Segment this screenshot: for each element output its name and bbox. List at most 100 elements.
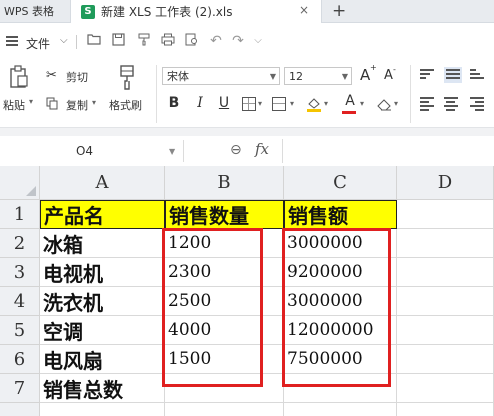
open-folder-icon[interactable] (86, 33, 102, 49)
cell-b5[interactable]: 4000 (165, 316, 284, 345)
cell-b4[interactable]: 2500 (165, 287, 284, 316)
select-all-corner[interactable] (0, 166, 40, 200)
column-header-b[interactable]: B (165, 166, 284, 200)
italic-button[interactable]: I (192, 95, 208, 111)
close-icon[interactable]: × (299, 3, 309, 17)
function-icon[interactable]: fx (255, 140, 269, 158)
chevron-down-icon[interactable]: ▾ (324, 99, 328, 108)
paste-button[interactable]: 粘贴 (3, 97, 25, 113)
cell-d8[interactable] (397, 403, 494, 416)
undo-icon[interactable]: ↶ (208, 33, 224, 49)
print-preview-icon[interactable] (184, 33, 200, 50)
scissors-icon: ✂ (46, 68, 57, 83)
cell-a6[interactable]: 电风扇 (40, 345, 165, 374)
cell-d2[interactable] (397, 229, 494, 258)
tab-document[interactable]: S 新建 XLS 工作表 (2).xls × (70, 0, 322, 23)
font-color-button[interactable]: A (342, 93, 358, 109)
cell-b1[interactable]: 销售数量 (165, 200, 284, 229)
row-header-7[interactable]: 7 (0, 374, 40, 403)
bold-button[interactable]: B (166, 95, 182, 111)
row-header-5[interactable]: 5 (0, 316, 40, 345)
chevron-down-icon[interactable]: ⌵ (60, 35, 68, 46)
print-icon[interactable] (160, 33, 176, 50)
hamburger-menu-icon[interactable] (6, 36, 18, 46)
cell-a1[interactable]: 产品名 (40, 200, 165, 229)
column-header-d[interactable]: D (397, 166, 494, 200)
cut-button[interactable]: 剪切 (66, 69, 88, 85)
grow-font-button[interactable]: A (360, 66, 370, 84)
cell-b3[interactable]: 2300 (165, 258, 284, 287)
align-right-icon[interactable] (470, 97, 484, 111)
eraser-icon[interactable] (376, 97, 392, 111)
cell-b7[interactable] (165, 374, 284, 403)
chevron-down-icon[interactable]: ▾ (394, 99, 398, 108)
cell-d3[interactable] (397, 258, 494, 287)
fill-color-icon[interactable] (306, 96, 322, 112)
font-size-select[interactable]: 12 ▼ (284, 67, 352, 85)
cell-d5[interactable] (397, 316, 494, 345)
tab-wps-home[interactable]: WPS 表格 (0, 0, 70, 22)
align-center-icon[interactable] (444, 97, 458, 111)
align-top-icon[interactable] (420, 69, 434, 81)
chevron-down-icon[interactable]: ▾ (360, 99, 364, 108)
name-box[interactable]: O4 ▼ (0, 140, 184, 162)
cell-a4[interactable]: 洗衣机 (40, 287, 165, 316)
format-painter-icon[interactable] (136, 33, 152, 50)
spreadsheet-file-icon: S (81, 4, 95, 19)
file-menu-button[interactable]: 文件 (26, 35, 50, 52)
ribbon-toolbar: 粘贴 ▾ ✂ 剪切 复制 ▾ 格式刷 宋体 ▼ 12 ▼ A + A - B I… (0, 61, 494, 127)
row-header-1[interactable]: 1 (0, 200, 40, 229)
cell-b6[interactable]: 1500 (165, 345, 284, 374)
chevron-down-icon[interactable]: ▼ (169, 147, 183, 156)
cell-c8[interactable] (284, 403, 397, 416)
redo-icon[interactable]: ↷ (230, 33, 246, 49)
paste-icon[interactable] (8, 65, 30, 93)
merge-cells-icon[interactable] (272, 97, 286, 111)
shrink-font-button[interactable]: A (384, 68, 393, 83)
format-painter-icon[interactable] (116, 65, 138, 93)
align-bottom-icon[interactable] (470, 69, 484, 81)
border-icon[interactable] (242, 97, 256, 111)
cell-d7[interactable] (397, 374, 494, 403)
copy-button[interactable]: 复制 (66, 97, 88, 113)
underline-button[interactable]: U (216, 95, 232, 111)
cell-c2[interactable]: 3000000 (284, 229, 397, 258)
formula-input[interactable] (282, 139, 494, 163)
cell-c1[interactable]: 销售额 (284, 200, 397, 229)
cell-d1[interactable] (397, 200, 494, 229)
column-header-a[interactable]: A (40, 166, 165, 200)
chevron-down-icon[interactable]: ▾ (290, 99, 294, 108)
cell-c4[interactable]: 3000000 (284, 287, 397, 316)
cell-c6[interactable]: 7500000 (284, 345, 397, 374)
chevron-down-icon[interactable]: ▾ (92, 98, 96, 107)
cell-a7[interactable]: 销售总数 (40, 374, 165, 403)
cell-a2[interactable]: 冰箱 (40, 229, 165, 258)
cell-c5[interactable]: 12000000 (284, 316, 397, 345)
cell-a8[interactable] (40, 403, 165, 416)
align-middle-icon[interactable] (444, 67, 462, 83)
cell-b8[interactable] (165, 403, 284, 416)
font-color-swatch (342, 111, 356, 114)
row-header-2[interactable]: 2 (0, 229, 40, 258)
row-header-8[interactable] (0, 403, 40, 416)
save-icon[interactable] (110, 33, 126, 50)
chevron-down-icon[interactable]: ▾ (258, 99, 262, 108)
add-tab-button[interactable]: + (332, 0, 346, 22)
align-left-icon[interactable] (420, 97, 434, 111)
format-painter-button[interactable]: 格式刷 (109, 97, 142, 113)
cell-d6[interactable] (397, 345, 494, 374)
row-header-6[interactable]: 6 (0, 345, 40, 374)
cell-d4[interactable] (397, 287, 494, 316)
more-icon[interactable]: ⌵ (250, 35, 266, 46)
cell-b2[interactable]: 1200 (165, 229, 284, 258)
chevron-down-icon[interactable]: ▾ (29, 97, 33, 106)
font-name-select[interactable]: 宋体 ▼ (162, 67, 280, 85)
cell-a5[interactable]: 空调 (40, 316, 165, 345)
row-header-3[interactable]: 3 (0, 258, 40, 287)
cell-c7[interactable] (284, 374, 397, 403)
cell-c3[interactable]: 9200000 (284, 258, 397, 287)
cell-a3[interactable]: 电视机 (40, 258, 165, 287)
row-header-4[interactable]: 4 (0, 287, 40, 316)
column-header-c[interactable]: C (284, 166, 397, 200)
zoom-icon[interactable]: ⊖ (230, 142, 242, 158)
